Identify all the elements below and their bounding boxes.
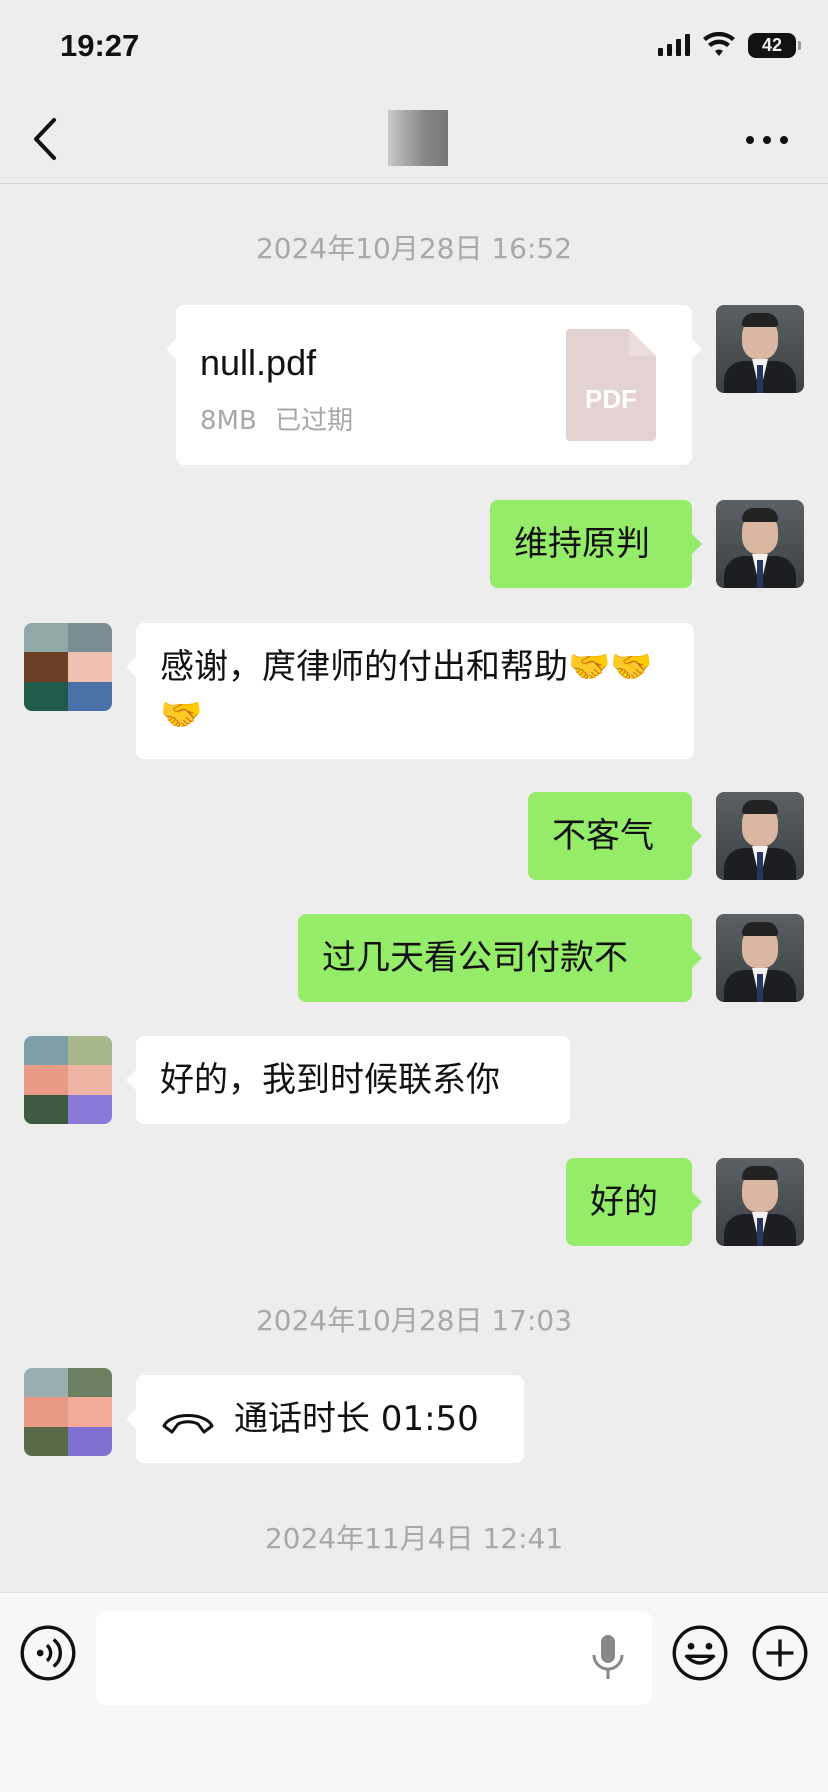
file-status: 已过期 bbox=[275, 406, 354, 436]
file-meta: 8MB 已过期 bbox=[200, 397, 353, 445]
my-avatar[interactable] bbox=[716, 1158, 804, 1246]
contact-avatar[interactable] bbox=[24, 623, 112, 711]
emoji-icon[interactable] bbox=[672, 1625, 728, 1681]
plus-icon[interactable] bbox=[752, 1625, 808, 1681]
wifi-icon bbox=[703, 32, 735, 56]
message-bubble-received[interactable]: 感谢，庹律师的付出和帮助🤝🤝🤝 bbox=[126, 623, 694, 759]
message-input[interactable] bbox=[96, 1611, 652, 1705]
my-avatar[interactable] bbox=[716, 305, 804, 393]
call-duration: 通话时长 01:50 bbox=[234, 1399, 479, 1439]
phone-icon bbox=[162, 1413, 214, 1433]
input-bar bbox=[0, 1592, 828, 1792]
message-bubble-sent[interactable]: 过几天看公司付款不 bbox=[298, 914, 702, 1002]
message-bubble-sent[interactable]: 维持原判 bbox=[490, 500, 702, 588]
file-message[interactable]: null.pdf 8MB 已过期 PDF bbox=[166, 305, 702, 465]
nav-bar: 黄 bbox=[0, 98, 828, 184]
pdf-fold bbox=[629, 329, 656, 356]
mic-icon[interactable] bbox=[590, 1633, 626, 1683]
message-timestamp: 2024年10月28日 16:52 bbox=[255, 232, 573, 265]
message-timestamp: 2024年10月28日 17:03 bbox=[255, 1304, 573, 1337]
call-message[interactable]: 通话时长 01:50 bbox=[126, 1375, 524, 1463]
status-time: 19:27 bbox=[60, 28, 140, 63]
chat-area[interactable]: 2024年10月28日 16:52 null.pdf 8MB 已过期 PDF 维… bbox=[0, 185, 828, 1592]
message-bubble-received[interactable]: 好的，我到时候联系你 bbox=[126, 1036, 570, 1124]
status-bar: 19:27 42 bbox=[0, 0, 828, 98]
battery-icon: 42 bbox=[748, 32, 801, 58]
name-blur-mask bbox=[388, 110, 448, 166]
message-bubble-sent[interactable]: 不客气 bbox=[528, 792, 702, 880]
status-icons: 42 bbox=[658, 32, 801, 58]
more-icon[interactable] bbox=[746, 128, 794, 152]
message-bubble-sent[interactable]: 好的 bbox=[566, 1158, 702, 1246]
message-timestamp: 2024年11月4日 12:41 bbox=[264, 1522, 564, 1555]
contact-avatar[interactable] bbox=[24, 1036, 112, 1124]
file-name: null.pdf bbox=[200, 342, 317, 383]
my-avatar[interactable] bbox=[716, 792, 804, 880]
cellular-signal-icon bbox=[658, 34, 690, 56]
voice-icon[interactable] bbox=[20, 1625, 76, 1681]
contact-avatar[interactable] bbox=[24, 1368, 112, 1456]
my-avatar[interactable] bbox=[716, 500, 804, 588]
pdf-label: PDF bbox=[585, 384, 637, 414]
file-size: 8MB bbox=[200, 406, 257, 436]
my-avatar[interactable] bbox=[716, 914, 804, 1002]
